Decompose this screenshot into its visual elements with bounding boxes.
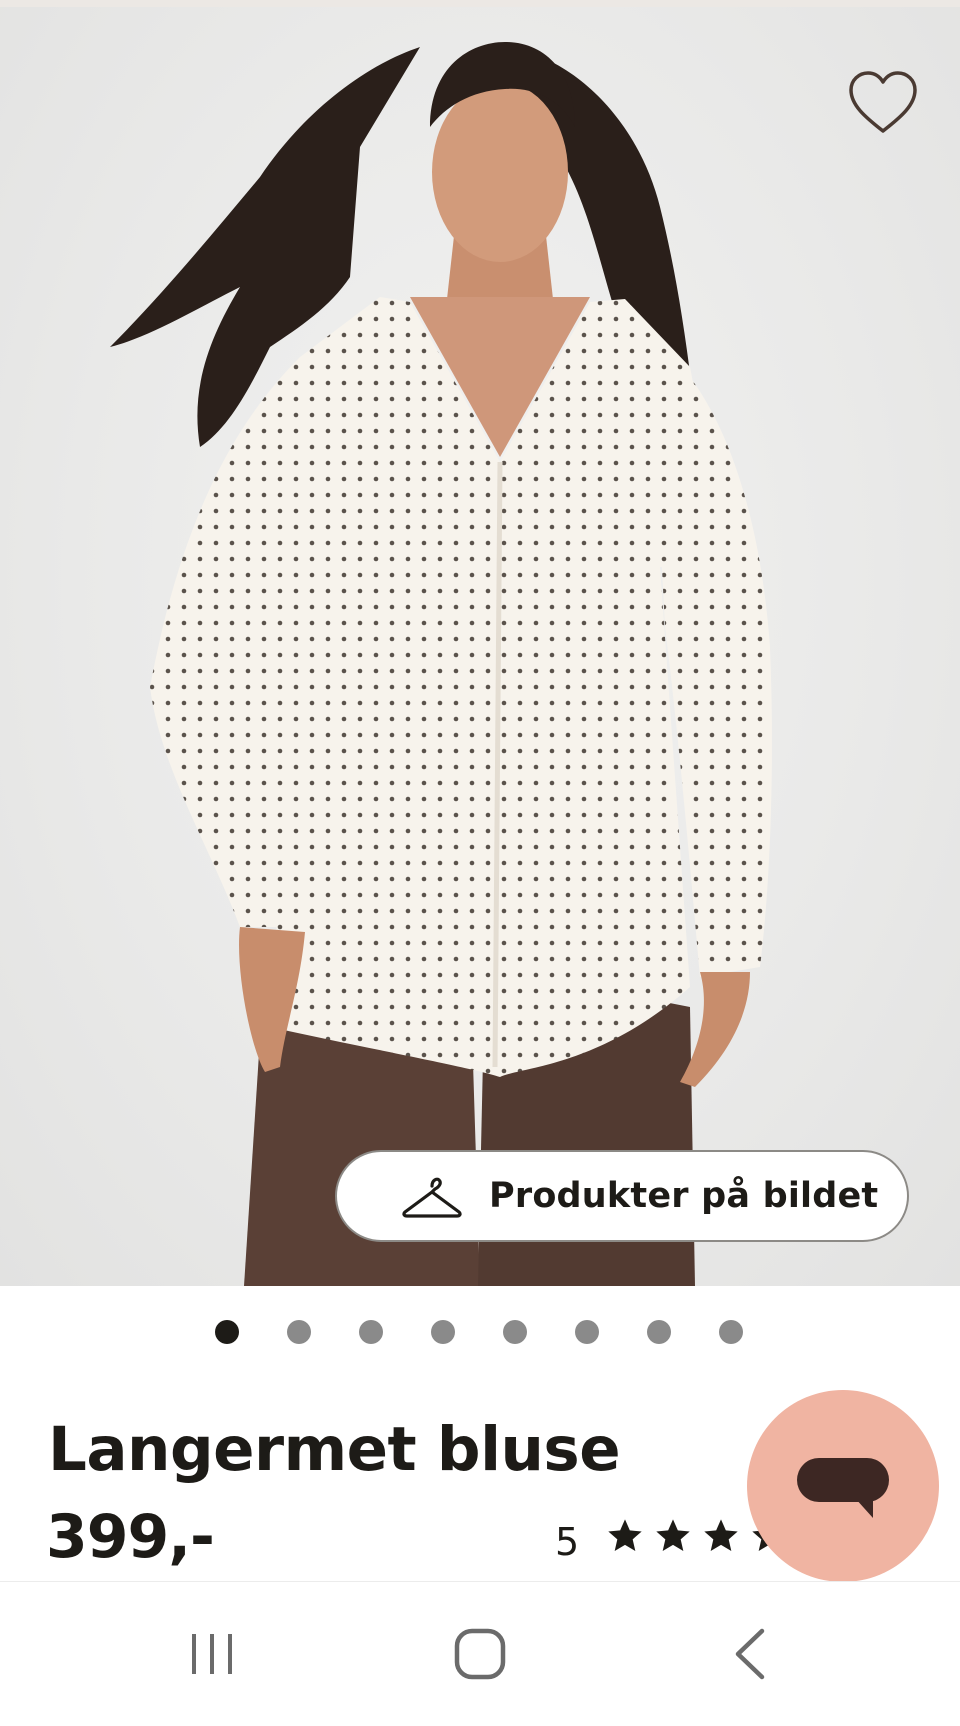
pager-dot-5[interactable] [503, 1320, 527, 1344]
pager-dot-8[interactable] [719, 1320, 743, 1344]
favorite-button[interactable] [842, 63, 924, 141]
products-in-image-button[interactable]: Produkter på bildet [335, 1150, 909, 1242]
rating-count: 5 [555, 1520, 580, 1564]
star-icon [704, 1519, 738, 1551]
home-icon [454, 1628, 506, 1680]
chat-bubble-icon [797, 1458, 889, 1518]
pager-dot-7[interactable] [647, 1320, 671, 1344]
image-pager[interactable] [215, 1320, 755, 1346]
pager-dot-6[interactable] [575, 1320, 599, 1344]
product-image[interactable]: Produkter på bildet [0, 7, 960, 1286]
star-icon [656, 1519, 690, 1551]
pager-dot-2[interactable] [287, 1320, 311, 1344]
product-title: Langermet bluse [48, 1414, 621, 1485]
chat-button[interactable] [747, 1390, 939, 1582]
heart-outline-icon [849, 71, 917, 133]
recents-icon [192, 1634, 232, 1674]
pager-dot-3[interactable] [359, 1320, 383, 1344]
pager-dot-4[interactable] [431, 1320, 455, 1344]
star-icon [608, 1519, 642, 1551]
status-strip [0, 0, 960, 7]
products-in-image-label: Produkter på bildet [489, 1176, 879, 1216]
back-button[interactable] [650, 1582, 850, 1726]
hanger-icon [402, 1177, 462, 1218]
system-nav-bar [0, 1581, 960, 1726]
pager-dot-1[interactable] [215, 1320, 239, 1344]
home-button[interactable] [380, 1582, 580, 1726]
product-price: 399,- [46, 1502, 215, 1572]
back-icon [735, 1628, 765, 1680]
recents-button[interactable] [112, 1582, 312, 1726]
model-photo [110, 42, 772, 1286]
